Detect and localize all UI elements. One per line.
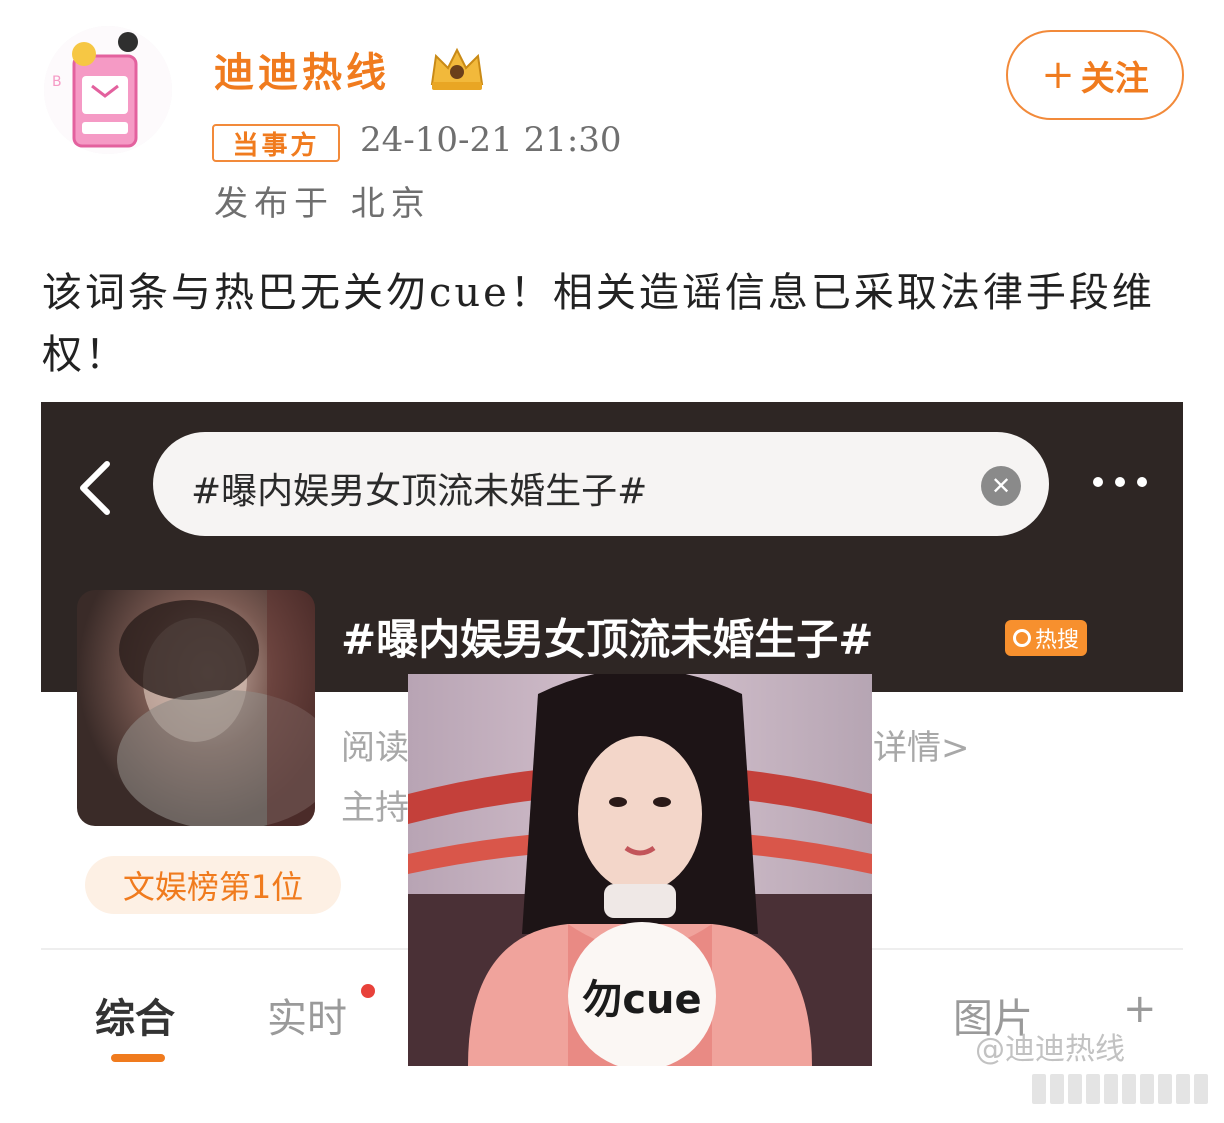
- author-name[interactable]: 迪迪热线: [214, 40, 390, 98]
- tab-comprehensive[interactable]: 综合: [95, 986, 175, 1044]
- follow-button[interactable]: + 关注: [1006, 30, 1184, 120]
- topic-thumbnail: [77, 590, 315, 826]
- hot-badge-label: 热搜: [1035, 628, 1080, 653]
- read-label: 阅读: [341, 728, 409, 768]
- more-icon[interactable]: [1093, 472, 1169, 496]
- avatar[interactable]: B: [44, 26, 172, 154]
- watermark: @迪迪热线: [975, 1032, 1125, 1066]
- host-label: 主持: [341, 788, 409, 828]
- crown-badge-icon: [430, 47, 484, 90]
- search-query: #曝内娱男女顶流未婚生子#: [191, 471, 648, 512]
- post-location: 发布于 北京: [214, 184, 431, 224]
- image-count-indicator: [1032, 1074, 1212, 1104]
- back-arrow-icon[interactable]: [71, 458, 123, 518]
- post-time: 24-10-21 21:30: [360, 120, 622, 160]
- post-text: 该词条与热巴无关勿cue！相关造谣信息已采取法律手段维权！: [42, 270, 1155, 378]
- detail-link[interactable]: 详情>: [873, 720, 970, 769]
- hot-search-badge: 热搜: [1005, 620, 1088, 656]
- meme-photo: 勿cue: [408, 674, 872, 1066]
- meme-caption: 勿cue: [568, 922, 716, 1066]
- topic-title: #曝内娱男女顶流未婚生子#: [341, 615, 874, 664]
- svg-text:B: B: [52, 74, 62, 90]
- role-badge: 当事方: [212, 124, 340, 162]
- active-tab-indicator: [111, 1054, 165, 1062]
- avatar-image: B: [44, 26, 172, 154]
- tab-more[interactable]: +: [1123, 986, 1157, 1032]
- rank-badge: 文娱榜第1位: [85, 856, 341, 914]
- hot-icon: [1013, 629, 1031, 647]
- search-bar[interactable]: #曝内娱男女顶流未婚生子# ✕: [153, 432, 1049, 536]
- follow-label: 关注: [1080, 58, 1149, 99]
- post-image[interactable]: #曝内娱男女顶流未婚生子# ✕ #曝内娱男女顶流未婚生子# 热搜 阅读 详情> …: [41, 402, 1183, 1066]
- notification-dot: [361, 984, 375, 998]
- clear-icon[interactable]: ✕: [981, 466, 1021, 506]
- plus-icon: +: [1041, 52, 1075, 98]
- tab-realtime[interactable]: 实时: [267, 986, 347, 1044]
